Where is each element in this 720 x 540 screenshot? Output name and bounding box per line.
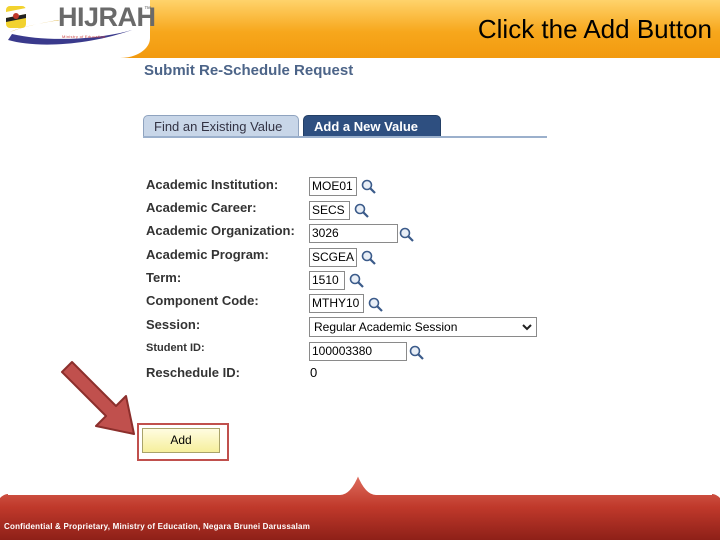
academic-program-label: Academic Program: — [146, 247, 269, 262]
academic-organization-label: Academic Organization: — [146, 223, 295, 238]
component-code-label: Component Code: — [146, 293, 259, 308]
academic-institution-input[interactable]: MOE01 — [309, 177, 357, 196]
academic-organization-input[interactable]: 3026 — [309, 224, 398, 243]
student-id-input[interactable]: 100003380 — [309, 342, 407, 361]
chevron-down-icon — [522, 324, 532, 331]
instruction-text: Click the Add Button — [477, 14, 712, 44]
academic-career-input[interactable]: SECS — [309, 201, 350, 220]
logo-tagline: Ministry of Education — [62, 34, 106, 39]
academic-organization-lookup-icon[interactable] — [399, 227, 415, 243]
session-selected-value: Regular Academic Session — [314, 320, 458, 334]
academic-program-input[interactable]: SCGEA — [309, 248, 357, 267]
reschedule-id-value: 0 — [310, 365, 318, 380]
academic-career-lookup-icon[interactable] — [354, 203, 370, 219]
page-title: Submit Re-Schedule Request — [144, 62, 354, 79]
logo-wordmark: HIJRAH — [58, 2, 156, 32]
component-code-lookup-icon[interactable] — [368, 297, 384, 313]
component-code-input[interactable]: MTHY10 — [309, 294, 364, 313]
session-select[interactable]: Regular Academic Session — [309, 317, 537, 337]
term-label: Term: — [146, 270, 182, 285]
academic-institution-lookup-icon[interactable] — [361, 179, 377, 195]
add-button[interactable]: Add — [142, 428, 220, 453]
student-id-lookup-icon[interactable] — [409, 345, 425, 361]
tab-bar: Find an Existing Value Add a New Value — [143, 115, 547, 138]
reschedule-id-label: Reschedule ID: — [146, 365, 240, 380]
session-label: Session: — [146, 317, 201, 332]
pointer-arrow-icon — [61, 361, 135, 435]
academic-institution-label: Academic Institution: — [146, 177, 279, 192]
term-lookup-icon[interactable] — [349, 273, 365, 289]
academic-career-label: Academic Career: — [146, 200, 257, 215]
footer-text: Confidential & Proprietary, Ministry of … — [4, 522, 311, 531]
tab-add-new-value[interactable]: Add a New Value — [303, 115, 441, 137]
student-id-label: Student ID: — [146, 342, 205, 354]
hijrah-logo: HIJRAH ™ Ministry of Education — [0, 0, 156, 58]
tab-divider — [143, 136, 547, 138]
academic-program-lookup-icon[interactable] — [361, 250, 377, 266]
brunei-crest-icon — [6, 6, 26, 28]
logo-trademark: ™ — [144, 6, 151, 13]
tab-find-existing-value[interactable]: Find an Existing Value — [143, 115, 299, 137]
term-input[interactable]: 1510 — [309, 271, 345, 290]
